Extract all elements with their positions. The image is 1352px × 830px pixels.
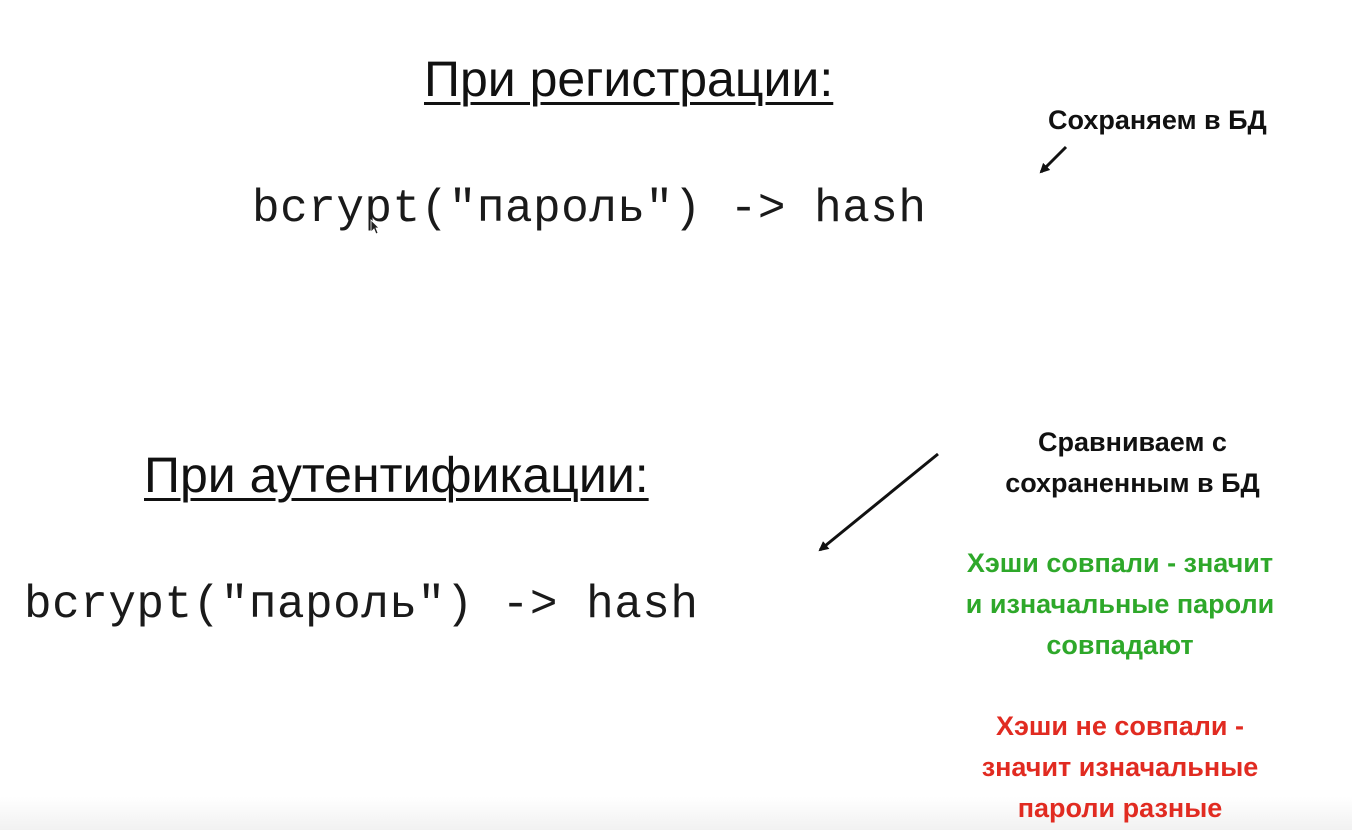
match-note-line-3: совпадают xyxy=(1046,630,1194,660)
compare-note-line-2: сохраненным в БД xyxy=(1005,468,1260,498)
arrow-down-left-icon xyxy=(1039,145,1068,174)
arrow-down-left-icon xyxy=(818,452,939,552)
mismatch-note-line-2: значит изначальные xyxy=(981,752,1259,782)
slide: При регистрации: bcrypt("пароль") -> has… xyxy=(0,0,1352,830)
registration-heading: При регистрации: xyxy=(424,51,834,107)
match-note: Хэши совпали - значит и изначальные паро… xyxy=(912,543,1328,666)
mouse-cursor-icon xyxy=(370,219,380,235)
match-note-line-1: Хэши совпали - значит xyxy=(966,548,1274,578)
match-note-line-2: и изначальные пароли xyxy=(965,589,1275,619)
compare-note: Сравниваем с сохраненным в БД xyxy=(960,422,1305,504)
registration-note: Сохраняем в БД xyxy=(1048,105,1267,135)
mismatch-note: Хэши не совпали - значит изначальные пар… xyxy=(930,706,1310,829)
mismatch-note-line-3: пароли разные xyxy=(1017,793,1223,823)
compare-note-line-1: Сравниваем с xyxy=(1038,427,1227,457)
authentication-code: bcrypt("пароль") -> hash xyxy=(24,579,699,631)
registration-code: bcrypt("пароль") -> hash xyxy=(252,183,927,235)
mismatch-note-line-1: Хэши не совпали - xyxy=(995,711,1245,741)
authentication-heading: При аутентификации: xyxy=(144,447,649,503)
